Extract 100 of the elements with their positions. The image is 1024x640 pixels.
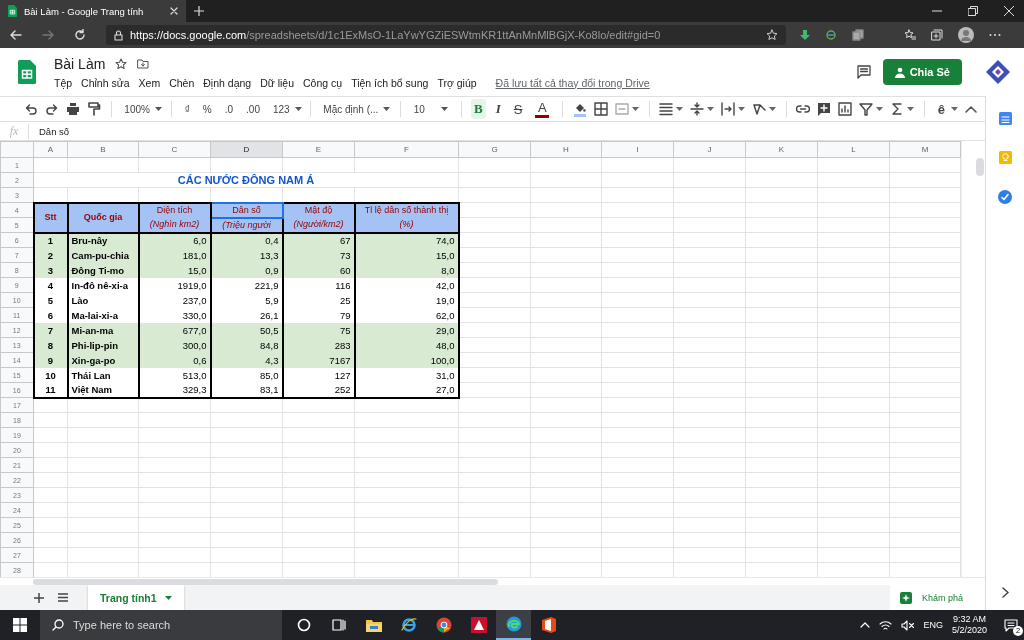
caret-up-icon[interactable] bbox=[860, 622, 871, 628]
column-header[interactable]: L bbox=[817, 141, 890, 158]
task-view-icon[interactable] bbox=[331, 618, 346, 632]
paint-format-icon[interactable] bbox=[87, 102, 101, 116]
star-icon[interactable] bbox=[115, 57, 128, 70]
office-icon[interactable] bbox=[541, 617, 556, 633]
chevron-right-icon[interactable] bbox=[1001, 587, 1009, 598]
collections-icon[interactable] bbox=[931, 29, 943, 41]
document-title[interactable]: Bài Làm bbox=[54, 55, 106, 72]
column-header[interactable]: D bbox=[210, 141, 283, 158]
sheet-list-icon[interactable] bbox=[58, 593, 68, 602]
column-header[interactable]: F bbox=[354, 141, 459, 158]
text-color-button[interactable]: A bbox=[532, 99, 553, 119]
calendar-icon[interactable] bbox=[998, 112, 1012, 125]
more-icon[interactable] bbox=[989, 33, 1001, 37]
column-header[interactable]: E bbox=[282, 141, 355, 158]
add-comment-icon[interactable] bbox=[817, 102, 832, 116]
zoom-dropdown[interactable]: 100% bbox=[121, 99, 162, 119]
forward-icon[interactable] bbox=[42, 29, 54, 41]
sum-icon[interactable] bbox=[890, 102, 905, 116]
menu-item[interactable]: Trợ giúp bbox=[437, 76, 477, 89]
decrease-decimals-button[interactable]: .0 bbox=[221, 99, 237, 119]
profile-icon[interactable] bbox=[958, 27, 974, 43]
folder-icon[interactable] bbox=[365, 618, 382, 632]
align-icon[interactable] bbox=[659, 102, 674, 116]
redo-icon[interactable] bbox=[45, 102, 59, 116]
column-header[interactable]: C bbox=[138, 141, 211, 158]
menu-item[interactable]: Xem bbox=[138, 76, 161, 89]
link-icon[interactable] bbox=[796, 102, 811, 116]
formula-input[interactable]: Dân số bbox=[39, 125, 70, 137]
browser-icon[interactable] bbox=[435, 617, 452, 633]
currency-button[interactable]: ₫ bbox=[181, 99, 193, 119]
column-header[interactable]: K bbox=[745, 141, 818, 158]
column-header[interactable]: J bbox=[673, 141, 746, 158]
italic-button[interactable]: I bbox=[492, 99, 504, 119]
restore-icon[interactable] bbox=[968, 6, 978, 16]
increase-decimals-button[interactable]: .00 bbox=[243, 99, 263, 119]
menu-item[interactable]: Tệp bbox=[54, 76, 73, 89]
wifi-icon[interactable] bbox=[879, 619, 893, 631]
close-icon[interactable] bbox=[1004, 6, 1014, 16]
circle-icon[interactable] bbox=[296, 618, 311, 632]
menu-item[interactable]: Định dạng bbox=[203, 76, 252, 89]
sheet-tab[interactable]: Trang tính1 bbox=[88, 585, 184, 610]
menu-item[interactable]: Dữ liệu bbox=[260, 76, 295, 89]
vertical-align-icon[interactable] bbox=[690, 102, 705, 116]
column-header[interactable]: B bbox=[67, 141, 139, 158]
folder-icon[interactable] bbox=[137, 58, 150, 69]
column-header[interactable]: M bbox=[889, 141, 961, 158]
scroll-thumb[interactable] bbox=[976, 158, 984, 176]
menu-item[interactable]: Chỉnh sửa bbox=[81, 76, 130, 89]
strikethrough-button[interactable]: S bbox=[510, 99, 526, 119]
column-header[interactable]: H bbox=[530, 141, 602, 158]
column-header[interactable]: A bbox=[33, 141, 68, 158]
triangle-app-icon[interactable] bbox=[470, 617, 487, 633]
column-header[interactable]: I bbox=[601, 141, 674, 158]
font-dropdown[interactable]: Mặc định (... bbox=[320, 99, 391, 119]
check-icon[interactable] bbox=[998, 190, 1012, 204]
notification-icon[interactable] bbox=[1004, 618, 1018, 632]
speaker-muted-icon[interactable] bbox=[901, 619, 915, 631]
fill-color-icon[interactable] bbox=[572, 101, 587, 117]
number-format-dropdown[interactable]: 123 bbox=[270, 99, 300, 119]
windows-icon[interactable] bbox=[13, 618, 27, 632]
close-icon[interactable] bbox=[170, 7, 178, 15]
diamond-icon[interactable] bbox=[986, 60, 1010, 84]
wrap-icon[interactable] bbox=[721, 102, 736, 116]
reload-icon[interactable] bbox=[74, 29, 86, 41]
browser-icon[interactable] bbox=[400, 617, 417, 633]
save-status-link[interactable]: Đã lưu tất cả thay đổi trong Drive bbox=[495, 76, 650, 89]
copy-icon[interactable] bbox=[852, 29, 864, 41]
menu-item[interactable]: Tiện ích bổ sung bbox=[351, 76, 429, 89]
percent-button[interactable]: % bbox=[199, 99, 215, 119]
explore-button[interactable]: Khám phá bbox=[889, 585, 985, 610]
browser-tab[interactable]: Bài Làm - Google Trang tính bbox=[0, 0, 186, 22]
rotate-icon[interactable] bbox=[752, 102, 767, 116]
favorites-icon[interactable] bbox=[904, 29, 916, 41]
back-icon[interactable] bbox=[10, 29, 22, 41]
bold-button[interactable]: B bbox=[471, 99, 486, 119]
column-heading: Stt bbox=[33, 202, 68, 233]
caret-icon bbox=[707, 107, 715, 111]
print-icon[interactable] bbox=[66, 102, 80, 116]
input-tools-button[interactable]: ê bbox=[934, 99, 949, 119]
font-size-dropdown[interactable]: 10 bbox=[410, 99, 451, 119]
collapse-icon[interactable] bbox=[965, 105, 978, 113]
column-header[interactable]: G bbox=[458, 141, 531, 158]
language-indicator[interactable]: ENG bbox=[923, 620, 943, 630]
borders-icon[interactable] bbox=[593, 102, 608, 116]
undo-icon[interactable] bbox=[24, 102, 38, 116]
plus-icon[interactable] bbox=[34, 592, 44, 603]
scroll-thumb[interactable] bbox=[33, 579, 498, 585]
filter-icon[interactable] bbox=[859, 102, 874, 116]
search-field[interactable]: Type here to search bbox=[40, 610, 282, 640]
menu-item[interactable]: Chèn bbox=[169, 76, 195, 89]
comment-icon[interactable] bbox=[856, 65, 871, 79]
share-button[interactable]: Chia Sẻ bbox=[882, 59, 962, 85]
download-icon[interactable] bbox=[800, 29, 810, 41]
extension-icon[interactable] bbox=[825, 29, 837, 41]
chart-icon[interactable] bbox=[838, 102, 853, 116]
menu-item[interactable]: Công cụ bbox=[303, 76, 343, 89]
address-field[interactable]: https://docs.google.com/spreadsheets/d/1c1ExMsO-1LaYwYGZiESWtmKR1ttAnMnMlBGjX-Ko8lo/edit#gid=0 bbox=[106, 25, 786, 45]
clock[interactable]: 9:32 AM 5/2/2020 bbox=[951, 614, 987, 636]
